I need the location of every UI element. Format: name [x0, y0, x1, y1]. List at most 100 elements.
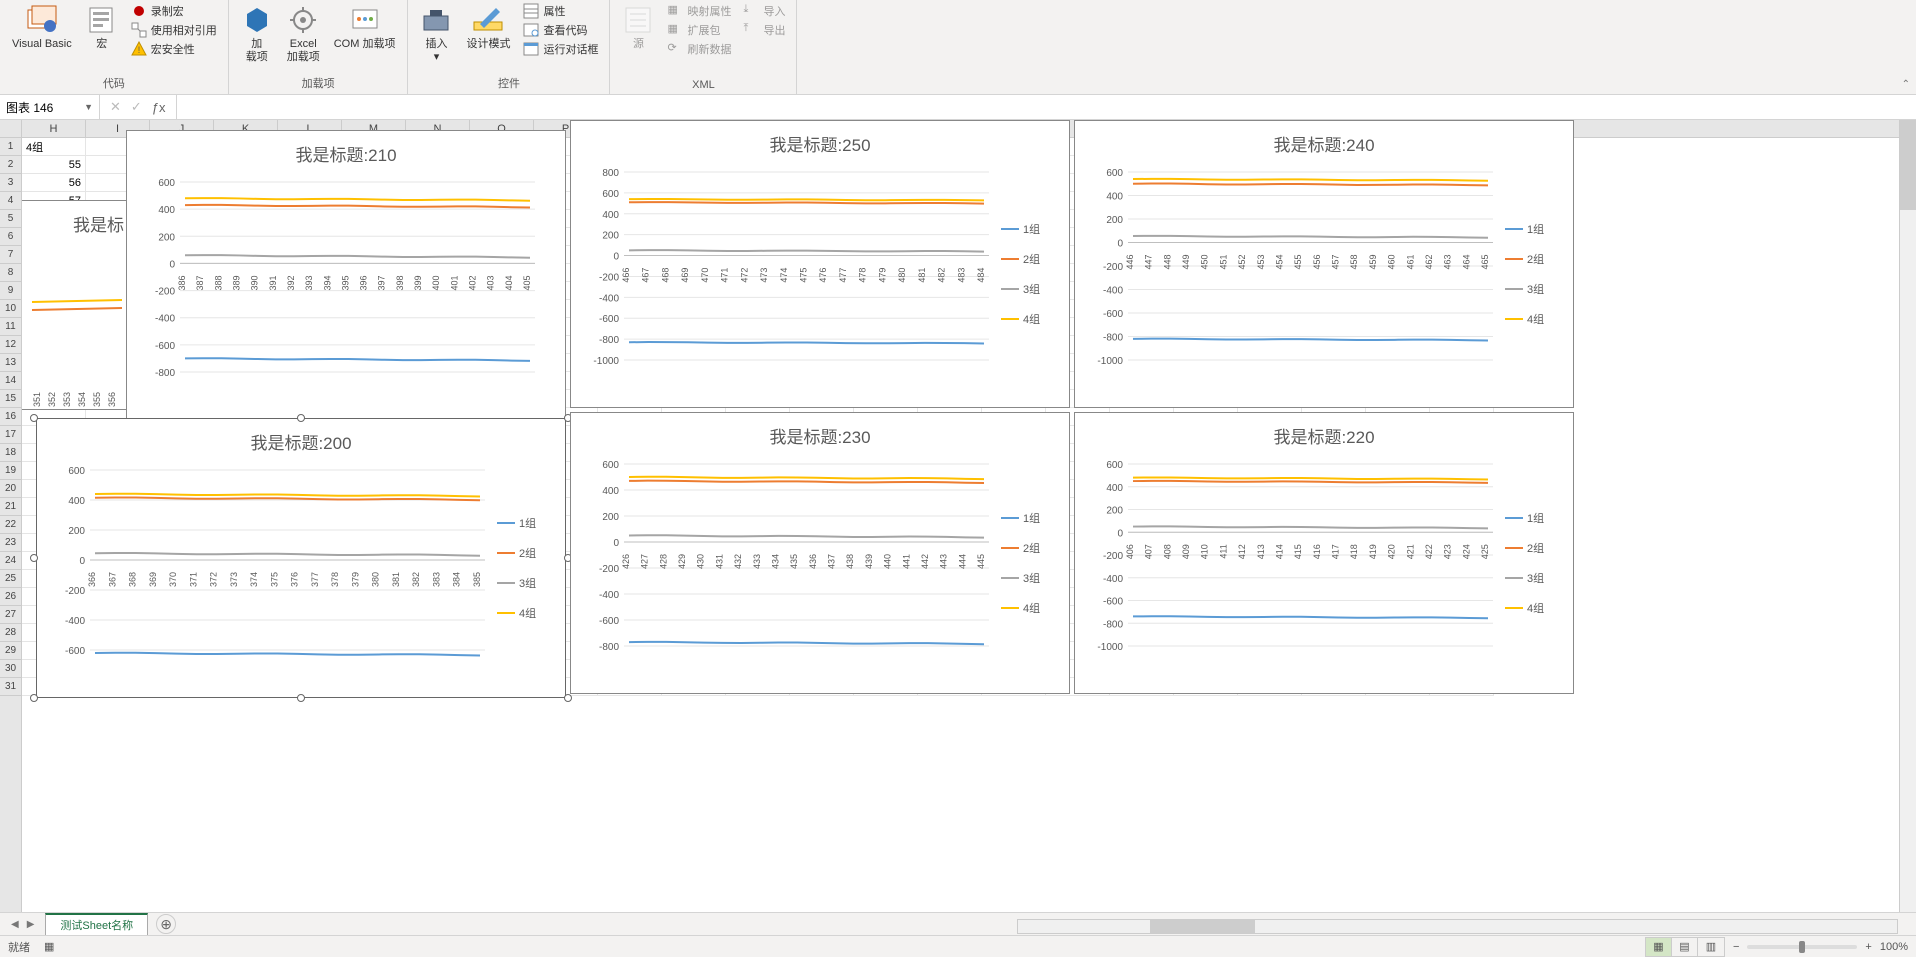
svg-text:407: 407	[1144, 544, 1154, 559]
add-sheet-button[interactable]: ⊕	[156, 914, 176, 934]
normal-view-button[interactable]: ▦	[1646, 938, 1672, 956]
zoom-level[interactable]: 100%	[1880, 941, 1908, 953]
page-break-view-button[interactable]: ▥	[1698, 938, 1724, 956]
row-header[interactable]: 18	[0, 444, 21, 462]
zoom-in-button[interactable]: +	[1865, 941, 1871, 953]
svg-text:379: 379	[350, 572, 360, 587]
expansion-pack-button[interactable]: ▦扩展包	[664, 21, 734, 39]
xml-source-button[interactable]: 源	[618, 2, 658, 53]
row-header[interactable]: 7	[0, 246, 21, 264]
row-header[interactable]: 14	[0, 372, 21, 390]
export-button[interactable]: ⤒导出	[740, 21, 788, 39]
collapse-ribbon-button[interactable]: ⌃	[1902, 79, 1910, 90]
refresh-data-button[interactable]: ⟳刷新数据	[664, 40, 734, 58]
map-properties-button[interactable]: ▦映射属性	[664, 2, 734, 20]
row-header[interactable]: 20	[0, 480, 21, 498]
row-header[interactable]: 28	[0, 624, 21, 642]
record-macro-button[interactable]: 录制宏	[128, 2, 220, 20]
row-header[interactable]: 13	[0, 354, 21, 372]
svg-text:0: 0	[613, 538, 619, 549]
cancel-formula-button[interactable]: ✕	[110, 99, 121, 115]
chart-2[interactable]: 我是标题:240 -1000-800-600-400-2000200400600…	[1074, 120, 1574, 408]
row-header[interactable]: 22	[0, 516, 21, 534]
design-mode-button[interactable]: 设计模式	[462, 2, 514, 53]
svg-text:479: 479	[877, 268, 887, 283]
name-box-input[interactable]	[6, 100, 76, 114]
row-header[interactable]: 3	[0, 174, 21, 192]
row-header[interactable]: 21	[0, 498, 21, 516]
row-header[interactable]: 24	[0, 552, 21, 570]
svg-text:353: 353	[62, 392, 72, 407]
row-header[interactable]: 2	[0, 156, 21, 174]
row-header[interactable]: 4	[0, 192, 21, 210]
row-header[interactable]: 1	[0, 138, 21, 156]
chart-title: 我是标题:220	[1075, 413, 1573, 454]
view-code-button[interactable]: 查看代码	[520, 21, 601, 39]
run-dialog-button[interactable]: 运行对话框	[520, 40, 601, 58]
svg-text:381: 381	[391, 572, 401, 587]
row-header[interactable]: 23	[0, 534, 21, 552]
row-header[interactable]: 25	[0, 570, 21, 588]
name-box[interactable]: ▼	[0, 95, 100, 119]
row-header[interactable]: 26	[0, 588, 21, 606]
fx-button[interactable]: ƒx	[152, 100, 166, 115]
zoom-slider[interactable]	[1747, 945, 1857, 949]
row-header[interactable]: 12	[0, 336, 21, 354]
row-header[interactable]: 6	[0, 228, 21, 246]
row-header[interactable]: 29	[0, 642, 21, 660]
svg-text:-200: -200	[599, 564, 619, 575]
svg-text:371: 371	[188, 572, 198, 587]
row-header[interactable]: 16	[0, 408, 21, 426]
row-header[interactable]: 27	[0, 606, 21, 624]
row-header[interactable]: 11	[0, 318, 21, 336]
macro-record-icon[interactable]: ▦	[44, 940, 54, 953]
import-button[interactable]: ⤓导入	[740, 2, 788, 20]
row-header[interactable]: 31	[0, 678, 21, 696]
svg-text:466: 466	[621, 268, 631, 283]
excel-addins-button[interactable]: Excel 加载项	[283, 2, 324, 66]
svg-text:395: 395	[340, 275, 350, 290]
chart-4[interactable]: 我是标题:230 -800-600-400-2000200400600 4264…	[570, 412, 1070, 694]
horizontal-scrollbar[interactable]	[1017, 918, 1898, 935]
row-header[interactable]: 8	[0, 264, 21, 282]
tab-nav[interactable]: ◀▶	[0, 919, 45, 930]
relative-ref-button[interactable]: 使用相对引用	[128, 21, 220, 39]
svg-text:384: 384	[452, 572, 462, 587]
svg-text:425: 425	[1480, 544, 1490, 559]
select-all-corner[interactable]	[0, 120, 21, 138]
svg-text:600: 600	[602, 460, 619, 471]
row-header[interactable]: 15	[0, 390, 21, 408]
row-header[interactable]: 17	[0, 426, 21, 444]
name-box-dropdown[interactable]: ▼	[84, 102, 93, 112]
vertical-scrollbar[interactable]	[1899, 120, 1916, 912]
col-header[interactable]: H	[22, 120, 86, 137]
row-header[interactable]: 9	[0, 282, 21, 300]
row-header[interactable]: 10	[0, 300, 21, 318]
chart-5[interactable]: 我是标题:220 -1000-800-600-400-2000200400600…	[1074, 412, 1574, 694]
svg-text:454: 454	[1274, 255, 1284, 270]
svg-text:398: 398	[395, 275, 405, 290]
svg-text:-800: -800	[1103, 619, 1123, 630]
chart-3[interactable]: 我是标题:200 -600-400-2000200400600 36636736…	[36, 418, 566, 698]
row-header[interactable]: 30	[0, 660, 21, 678]
confirm-formula-button[interactable]: ✓	[131, 99, 142, 115]
chart-1[interactable]: 我是标题:250 -1000-800-600-400-2000200400600…	[570, 120, 1070, 408]
macro-security-button[interactable]: !宏安全性	[128, 40, 220, 58]
svg-text:429: 429	[677, 554, 687, 569]
page-layout-view-button[interactable]: ▤	[1672, 938, 1698, 956]
row-header[interactable]: 19	[0, 462, 21, 480]
svg-text:400: 400	[68, 496, 85, 507]
addins-button[interactable]: 加 载项	[237, 2, 277, 66]
zoom-out-button[interactable]: −	[1733, 941, 1739, 953]
sheet-tab-active[interactable]: 测试Sheet名称	[45, 913, 148, 935]
macros-button[interactable]: 宏	[82, 2, 122, 53]
svg-text:600: 600	[68, 466, 85, 477]
insert-control-button[interactable]: 插入▾	[416, 2, 456, 66]
visual-basic-button[interactable]: Visual Basic	[8, 2, 76, 53]
properties-button[interactable]: 属性	[520, 2, 601, 20]
com-addins-button[interactable]: COM 加载项	[330, 2, 400, 53]
warning-icon: !	[131, 41, 147, 57]
svg-text:400: 400	[602, 210, 619, 221]
chart-0[interactable]: 我是标题:210 -800-600-400-2000200400600 3863…	[126, 130, 566, 420]
row-header[interactable]: 5	[0, 210, 21, 228]
